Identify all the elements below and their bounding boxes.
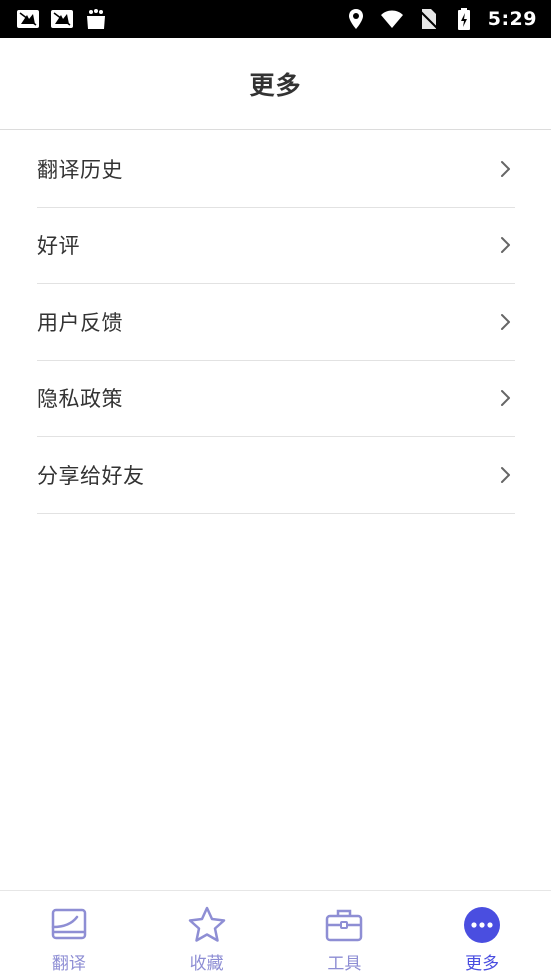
screen: 5:29 更多 翻译历史 好评 用户反馈 隐私政策 分享给好友 翻译 收藏 工具… xyxy=(0,0,551,979)
nav-item-tools[interactable]: 工具 xyxy=(276,891,414,979)
nav-item-favorites[interactable]: 收藏 xyxy=(138,891,276,979)
news-icon xyxy=(51,10,73,28)
menu-item-label: 好评 xyxy=(37,234,80,259)
status-bar: 5:29 xyxy=(0,0,551,38)
menu-item-privacy[interactable]: 隐私政策 xyxy=(37,361,515,437)
menu-list: 翻译历史 好评 用户反馈 隐私政策 分享给好友 xyxy=(37,131,515,514)
translate-icon xyxy=(51,908,87,940)
menu-item-label: 用户反馈 xyxy=(37,310,123,335)
status-right-icons: 5:29 xyxy=(344,7,537,31)
chevron-right-icon xyxy=(501,313,510,330)
location-icon xyxy=(348,9,363,29)
nav-label: 翻译 xyxy=(51,954,86,974)
menu-item-label: 隐私政策 xyxy=(37,387,123,412)
star-icon xyxy=(188,906,225,942)
more-dots-icon xyxy=(464,907,501,943)
page-title: 更多 xyxy=(249,70,302,100)
no-sim-icon xyxy=(418,9,438,29)
battery-charging-icon xyxy=(457,8,470,30)
menu-item-history[interactable]: 翻译历史 xyxy=(37,131,515,208)
menu-item-feedback[interactable]: 用户反馈 xyxy=(37,284,515,361)
chevron-right-icon xyxy=(501,466,510,483)
menu-item-share[interactable]: 分享给好友 xyxy=(37,437,515,514)
bottom-nav: 翻译 收藏 工具 更多 xyxy=(0,890,551,979)
chevron-right-icon xyxy=(501,160,510,177)
chevron-right-icon xyxy=(501,237,510,254)
chevron-right-icon xyxy=(501,390,510,407)
nav-label: 收藏 xyxy=(189,954,224,974)
nav-label: 更多 xyxy=(465,954,500,974)
toolbox-icon xyxy=(326,909,363,942)
status-time: 5:29 xyxy=(487,8,537,30)
wifi-icon xyxy=(380,10,403,28)
status-left-icons xyxy=(16,7,108,31)
nav-label: 工具 xyxy=(327,954,362,974)
nav-item-translate[interactable]: 翻译 xyxy=(0,891,138,979)
menu-item-label: 翻译历史 xyxy=(37,157,123,182)
menu-item-rate[interactable]: 好评 xyxy=(37,208,515,284)
store-bag-icon xyxy=(87,9,105,29)
menu-item-label: 分享给好友 xyxy=(37,463,145,488)
news-icon xyxy=(17,10,39,28)
header: 更多 xyxy=(0,38,551,130)
nav-item-more[interactable]: 更多 xyxy=(413,891,551,979)
